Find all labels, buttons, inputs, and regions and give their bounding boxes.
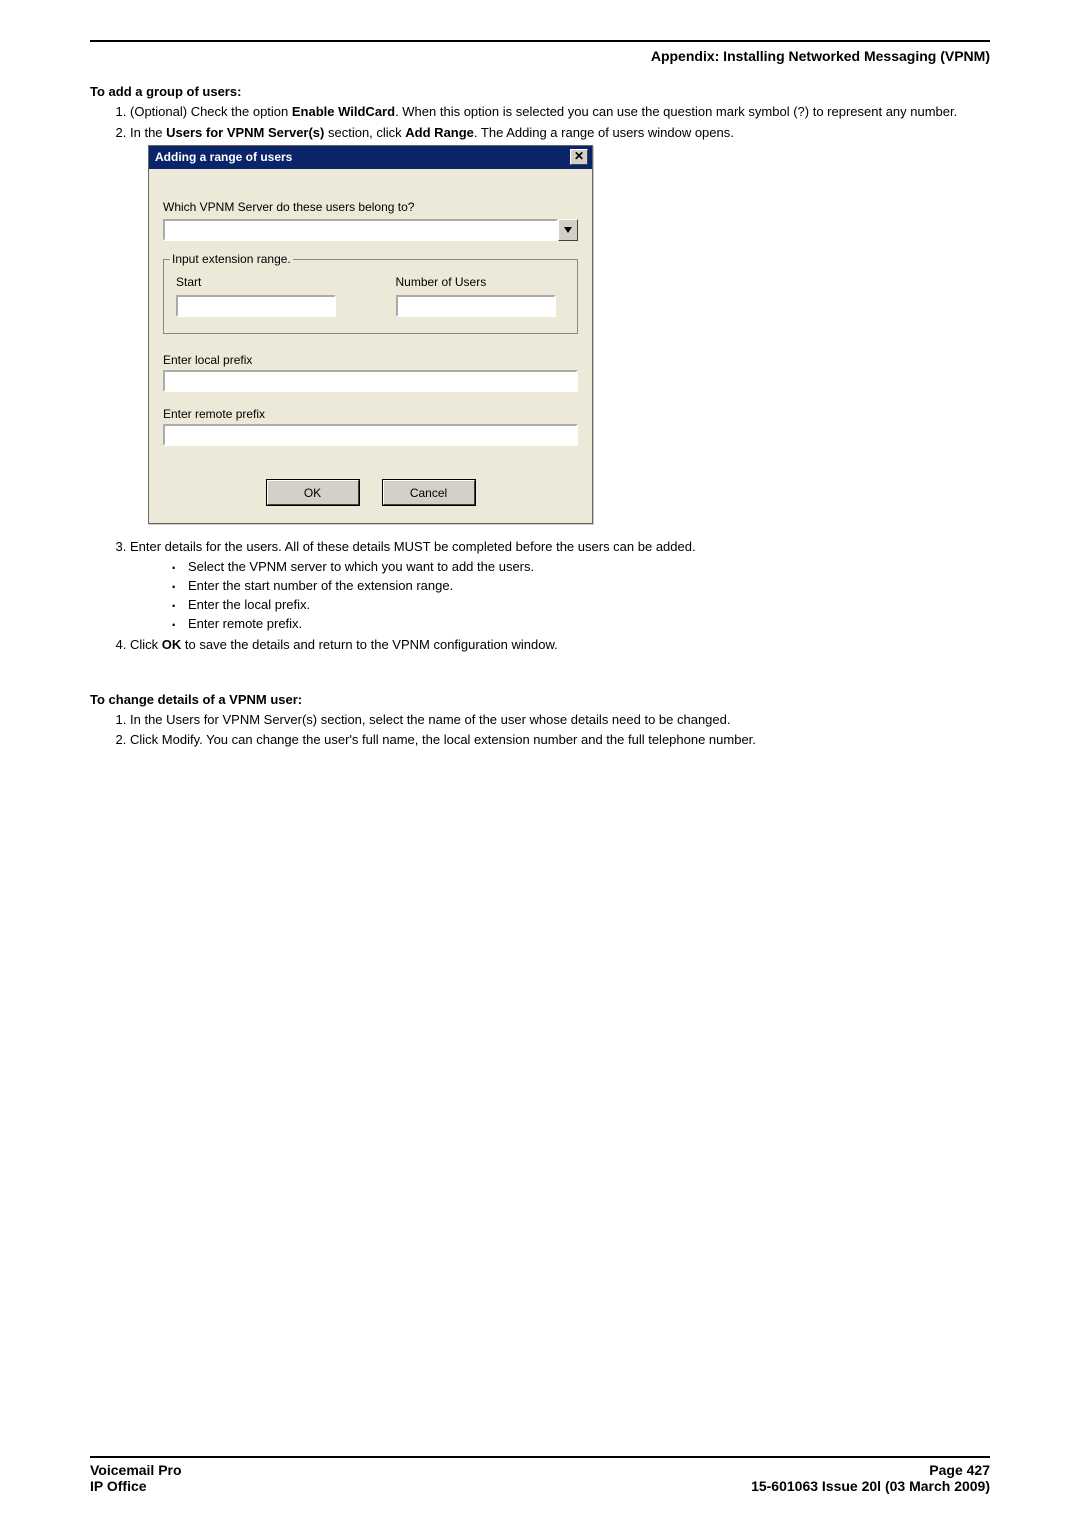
close-button[interactable]: ✕ (570, 149, 588, 165)
footer-right-2: 15-601063 Issue 20l (03 March 2009) (751, 1478, 990, 1494)
header-rule (90, 40, 990, 42)
footer-right-1: Page 427 (929, 1462, 990, 1478)
section-add-group-heading: To add a group of users: (90, 84, 990, 99)
add-range-dialog: Adding a range of users ✕ Which VPNM Ser… (148, 145, 593, 524)
change-user-steps: In the Users for VPNM Server(s) section,… (90, 711, 990, 749)
step-2-text-a: In the (130, 125, 166, 140)
step-2-bold-d: Add Range (405, 125, 474, 140)
footer-left-1: Voicemail Pro (90, 1462, 182, 1478)
step-4-text-a: Click (130, 637, 162, 652)
local-prefix-input[interactable] (163, 370, 578, 392)
num-users-input[interactable] (396, 295, 556, 317)
fieldset-legend: Input extension range. (170, 251, 293, 267)
step-1: (Optional) Check the option Enable WildC… (130, 103, 990, 121)
step-3: Enter details for the users. All of thes… (130, 538, 990, 633)
bullet-3: Enter the local prefix. (170, 596, 990, 614)
change-step-1: In the Users for VPNM Server(s) section,… (130, 711, 990, 729)
step-3-bullets: Select the VPNM server to which you want… (130, 558, 990, 634)
ok-button[interactable]: OK (267, 480, 359, 505)
remote-prefix-input[interactable] (163, 424, 578, 446)
dialog-title: Adding a range of users (155, 149, 292, 165)
section-change-user-heading: To change details of a VPNM user: (90, 692, 990, 707)
dialog-titlebar: Adding a range of users ✕ (149, 146, 592, 169)
footer-left-2: IP Office (90, 1478, 147, 1494)
footer-rule (90, 1456, 990, 1458)
chevron-down-icon[interactable] (558, 219, 578, 241)
server-label: Which VPNM Server do these users belong … (163, 199, 578, 215)
document-page: Appendix: Installing Networked Messaging… (0, 0, 1080, 1528)
step-2: In the Users for VPNM Server(s) section,… (130, 124, 990, 524)
close-icon: ✕ (574, 149, 584, 163)
step-2-text-e: . The Adding a range of users window ope… (474, 125, 734, 140)
bullet-2: Enter the start number of the extension … (170, 577, 990, 595)
local-prefix-label: Enter local prefix (163, 352, 578, 368)
step-4-bold: OK (162, 637, 182, 652)
step-1-text-c: . When this option is selected you can u… (395, 104, 957, 119)
numusers-col: Number of Users (396, 274, 566, 316)
dialog-body: Which VPNM Server do these users belong … (149, 169, 592, 523)
step-1-text-a: (Optional) Check the option (130, 104, 292, 119)
remote-prefix-label: Enter remote prefix (163, 406, 578, 422)
bullet-1: Select the VPNM server to which you want… (170, 558, 990, 576)
server-select[interactable] (163, 219, 578, 241)
extension-range-fieldset: Input extension range. Start Number of U… (163, 259, 578, 333)
step-3-text: Enter details for the users. All of thes… (130, 539, 696, 554)
start-label: Start (176, 274, 346, 290)
step-2-bold-b: Users for VPNM Server(s) (166, 125, 324, 140)
cancel-button[interactable]: Cancel (383, 480, 475, 505)
step-1-bold: Enable WildCard (292, 104, 395, 119)
page-footer: Voicemail Pro Page 427 IP Office 15-6010… (90, 1456, 990, 1494)
bullet-4: Enter remote prefix. (170, 615, 990, 633)
start-input[interactable] (176, 295, 336, 317)
server-select-field[interactable] (163, 219, 558, 241)
dialog-button-row: OK Cancel (163, 460, 578, 509)
start-col: Start (176, 274, 346, 316)
add-group-steps: (Optional) Check the option Enable WildC… (90, 103, 990, 654)
breadcrumb: Appendix: Installing Networked Messaging… (90, 48, 990, 64)
change-step-2: Click Modify. You can change the user's … (130, 731, 990, 749)
step-4-text-c: to save the details and return to the VP… (181, 637, 558, 652)
num-users-label: Number of Users (396, 274, 566, 290)
step-4: Click OK to save the details and return … (130, 636, 990, 654)
step-2-text-c: section, click (324, 125, 405, 140)
